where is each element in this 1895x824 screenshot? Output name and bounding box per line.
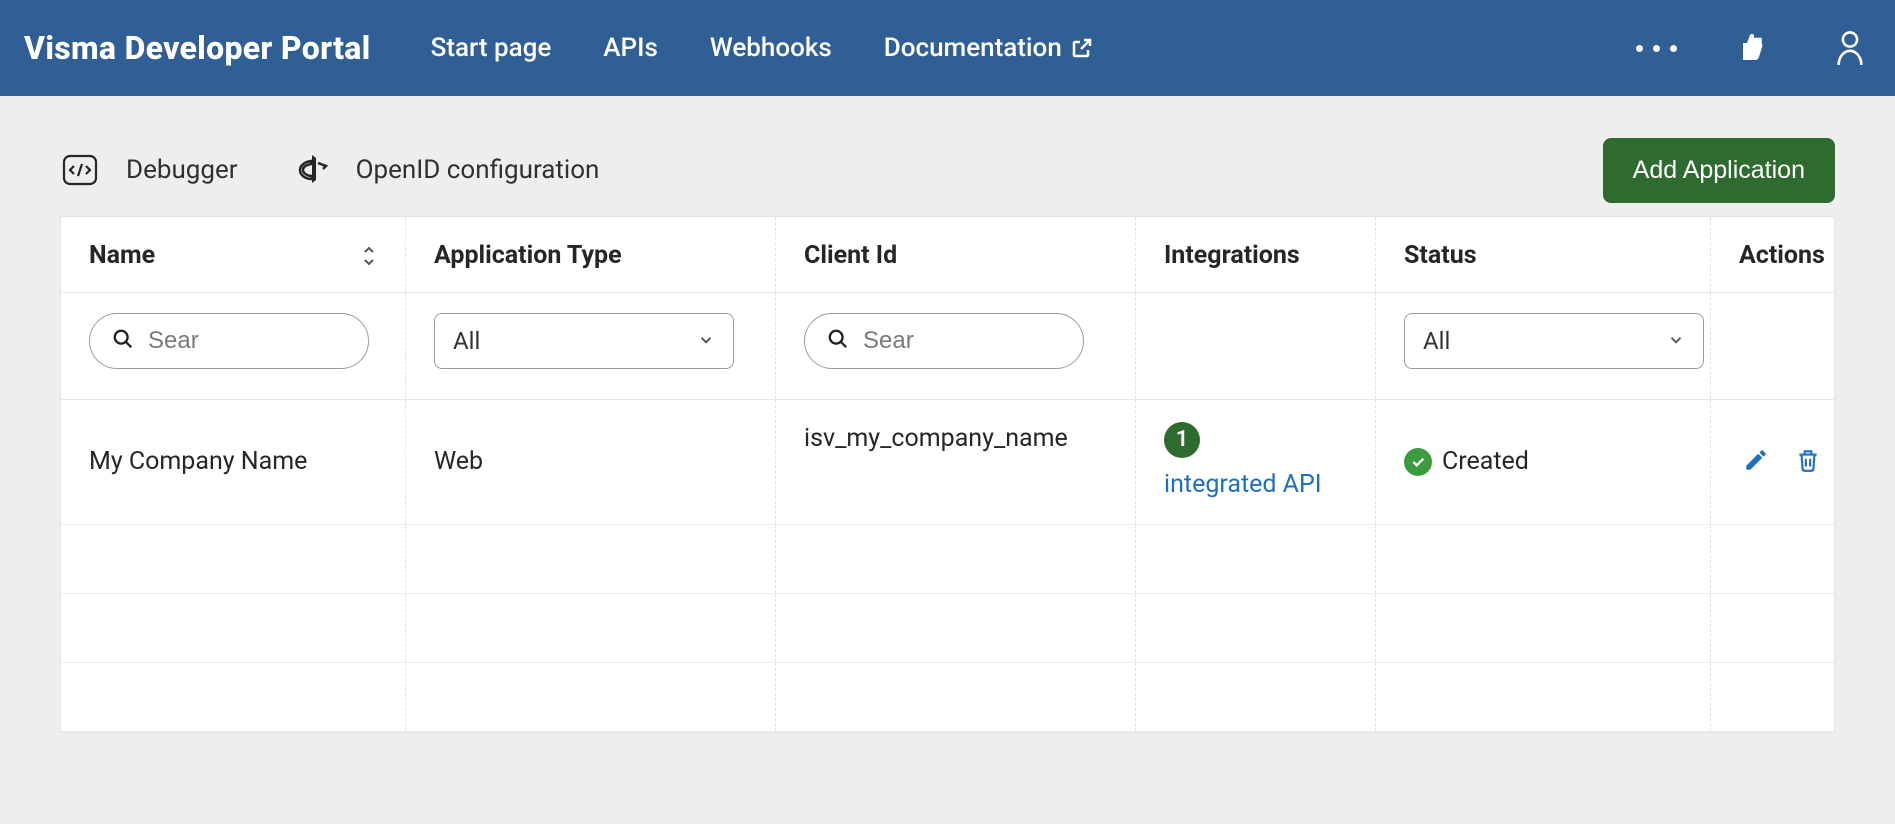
check-circle-icon [1404,448,1432,476]
col-name-label: Name [89,241,155,270]
brand-title: Visma Developer Portal [24,29,431,67]
feedback-icon[interactable] [1733,31,1777,65]
status-filter-select[interactable]: All [1404,313,1704,369]
nav-apis[interactable]: APIs [603,33,658,63]
applications-table: Name Application Type Client Id Integrat… [60,216,1835,733]
integration-count-badge: 1 [1164,422,1200,458]
search-icon [112,328,134,354]
table-row-empty [61,525,1834,594]
table-row-empty [61,594,1834,663]
nav-documentation[interactable]: Documentation [884,33,1094,63]
status-text: Created [1442,447,1529,476]
name-search-input[interactable] [148,327,346,355]
cell-actions [1711,400,1853,524]
cell-app-type: Web [406,400,776,524]
external-link-icon [1070,36,1094,60]
col-status-header[interactable]: Status [1376,217,1711,292]
col-actions-label: Actions [1739,241,1825,270]
col-integrations-label: Integrations [1164,241,1300,270]
cell-client-id: isv_my_company_name [776,400,1136,524]
top-actions [1636,28,1867,68]
table-row-empty [61,663,1834,732]
status-filter-value: All [1423,327,1450,355]
trash-icon [1795,447,1821,476]
col-client-id-header[interactable]: Client Id [776,217,1136,292]
col-app-type-header[interactable]: Application Type [406,217,776,292]
openid-config-button[interactable]: OpenID configuration [296,153,600,187]
name-search-input-wrap [89,313,369,369]
cell-integrations: 1 integrated API [1136,400,1376,524]
client-id-search-input[interactable] [863,327,1061,355]
sort-icon [361,245,377,267]
chevron-down-icon [697,327,715,355]
code-icon [60,150,100,190]
nav-documentation-label: Documentation [884,33,1062,63]
search-icon [827,328,849,354]
nav-start-page[interactable]: Start page [431,33,552,63]
col-app-type-label: Application Type [434,241,622,270]
col-integrations-header[interactable]: Integrations [1136,217,1376,292]
col-client-id-label: Client Id [804,241,897,270]
col-status-label: Status [1404,241,1477,270]
debugger-button[interactable]: Debugger [60,150,238,190]
main-nav: Start page APIs Webhooks Documentation [431,33,1596,63]
profile-icon[interactable] [1833,28,1867,68]
integration-link[interactable]: integrated API [1164,468,1322,502]
chevron-down-icon [1667,327,1685,355]
edit-button[interactable] [1739,443,1773,480]
more-menu-icon[interactable] [1636,45,1677,52]
app-type-filter-select[interactable]: All [434,313,734,369]
openid-icon [296,153,330,187]
app-type-filter-value: All [453,327,480,355]
pencil-icon [1743,447,1769,476]
nav-webhooks[interactable]: Webhooks [710,33,832,63]
table-filter-row: All All [61,293,1834,400]
cell-status: Created [1376,400,1711,524]
debugger-label: Debugger [126,155,238,185]
page-toolbar: Debugger OpenID configuration Add Applic… [60,96,1835,216]
add-application-button[interactable]: Add Application [1603,138,1835,203]
delete-button[interactable] [1791,443,1825,480]
col-actions-header: Actions [1711,217,1853,292]
col-name-header[interactable]: Name [61,217,406,292]
table-row: My Company Name Web isv_my_company_name … [61,400,1834,525]
top-navbar: Visma Developer Portal Start page APIs W… [0,0,1895,96]
table-header-row: Name Application Type Client Id Integrat… [61,217,1834,293]
client-id-search-input-wrap [804,313,1084,369]
cell-name: My Company Name [61,400,406,524]
openid-label: OpenID configuration [356,155,600,185]
